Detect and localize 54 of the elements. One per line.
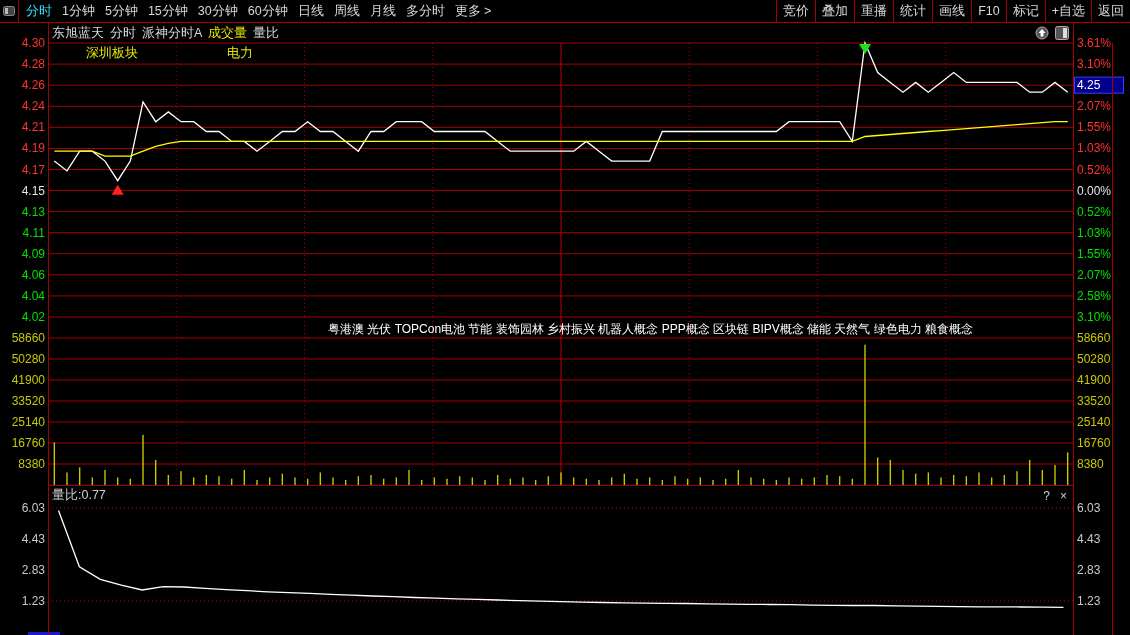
ratio-axis-label: 1.23 (1077, 594, 1101, 608)
percent-axis-label: 2.58% (1077, 288, 1112, 303)
price-axis-label: 4.24 (21, 99, 45, 114)
concept-tags-text: 粤港澳 光伏 TOPCon电池 节能 装饰园林 乡村振兴 机器人概念 PPP概念 区块链 BIPV概念 储能 天然气 绿色电力 粮食概念 (328, 321, 974, 338)
sector-label: 电力 (227, 45, 254, 62)
volume-axis-label: 16760 (11, 436, 45, 450)
volume-axis-label: 41900 (1077, 373, 1111, 387)
price-axis-label: 4.06 (21, 267, 45, 282)
percent-axis-label: 0.52% (1077, 162, 1112, 177)
ratio-axis-label: 2.83 (21, 563, 45, 577)
percent-axis-label: 3.10% (1077, 57, 1112, 72)
price-axis-label: 4.28 (21, 57, 45, 72)
ratio-axis-label: 1.23 (21, 594, 45, 608)
price-axis-label: 4.19 (21, 141, 45, 156)
ratio-axis-label: 6.03 (1077, 501, 1101, 515)
ratio-axis-label: 6.03 (21, 501, 45, 515)
price-axis-label: 4.15 (21, 183, 45, 198)
percent-axis-label: 1.55% (1077, 246, 1112, 261)
volume-axis-label: 33520 (11, 394, 45, 408)
volume-axis-label: 8380 (1077, 457, 1104, 471)
price-axis-label: 4.21 (21, 120, 45, 135)
ratio-axis-label: 2.83 (1077, 563, 1101, 577)
volume-axis-label: 25140 (1077, 415, 1111, 429)
volume-axis-label: 50280 (1077, 352, 1111, 366)
volume-axis-label: 33520 (1077, 394, 1111, 408)
price-axis-label: 4.13 (21, 204, 45, 219)
percent-axis-label: 0.52% (1077, 204, 1112, 219)
percent-axis-label: 0.00% (1077, 183, 1112, 198)
volume-ratio-label: 量比:0.77 (52, 487, 106, 504)
price-axis-label: 4.11 (22, 225, 45, 240)
volume-axis-label: 58660 (11, 331, 45, 345)
volume-axis-label: 8380 (18, 457, 45, 471)
price-axis-label: 4.02 (21, 310, 45, 324)
percent-axis-label: 3.61% (1077, 36, 1112, 50)
price-axis-label: 4.04 (21, 288, 45, 303)
volume-axis-label: 58660 (1077, 331, 1111, 345)
sector-label: 深圳板块 (86, 45, 139, 62)
percent-axis-label: 1.03% (1077, 225, 1112, 240)
price-axis-label: 4.26 (21, 78, 45, 93)
percent-axis-label: 2.07% (1077, 99, 1112, 114)
ratio-axis-label: 4.43 (1077, 532, 1101, 546)
price-axis-label: 4.17 (21, 162, 45, 177)
percent-axis-label: 1.03% (1077, 141, 1112, 156)
ratio-axis-label: 4.43 (21, 532, 45, 546)
volume-axis-label: 25140 (11, 415, 45, 429)
percent-axis-label: 3.10% (1077, 310, 1112, 324)
volume-axis-label: 50280 (11, 352, 45, 366)
price-axis-label: 4.30 (21, 36, 45, 50)
volume-axis-label: 41900 (11, 373, 45, 387)
last-price-tag: 4.25 (1074, 76, 1124, 94)
volume-axis-label: 16760 (1077, 436, 1111, 450)
price-axis-label: 4.09 (21, 246, 45, 261)
percent-axis-label: 2.07% (1077, 267, 1112, 282)
percent-axis-label: 1.55% (1077, 120, 1112, 135)
